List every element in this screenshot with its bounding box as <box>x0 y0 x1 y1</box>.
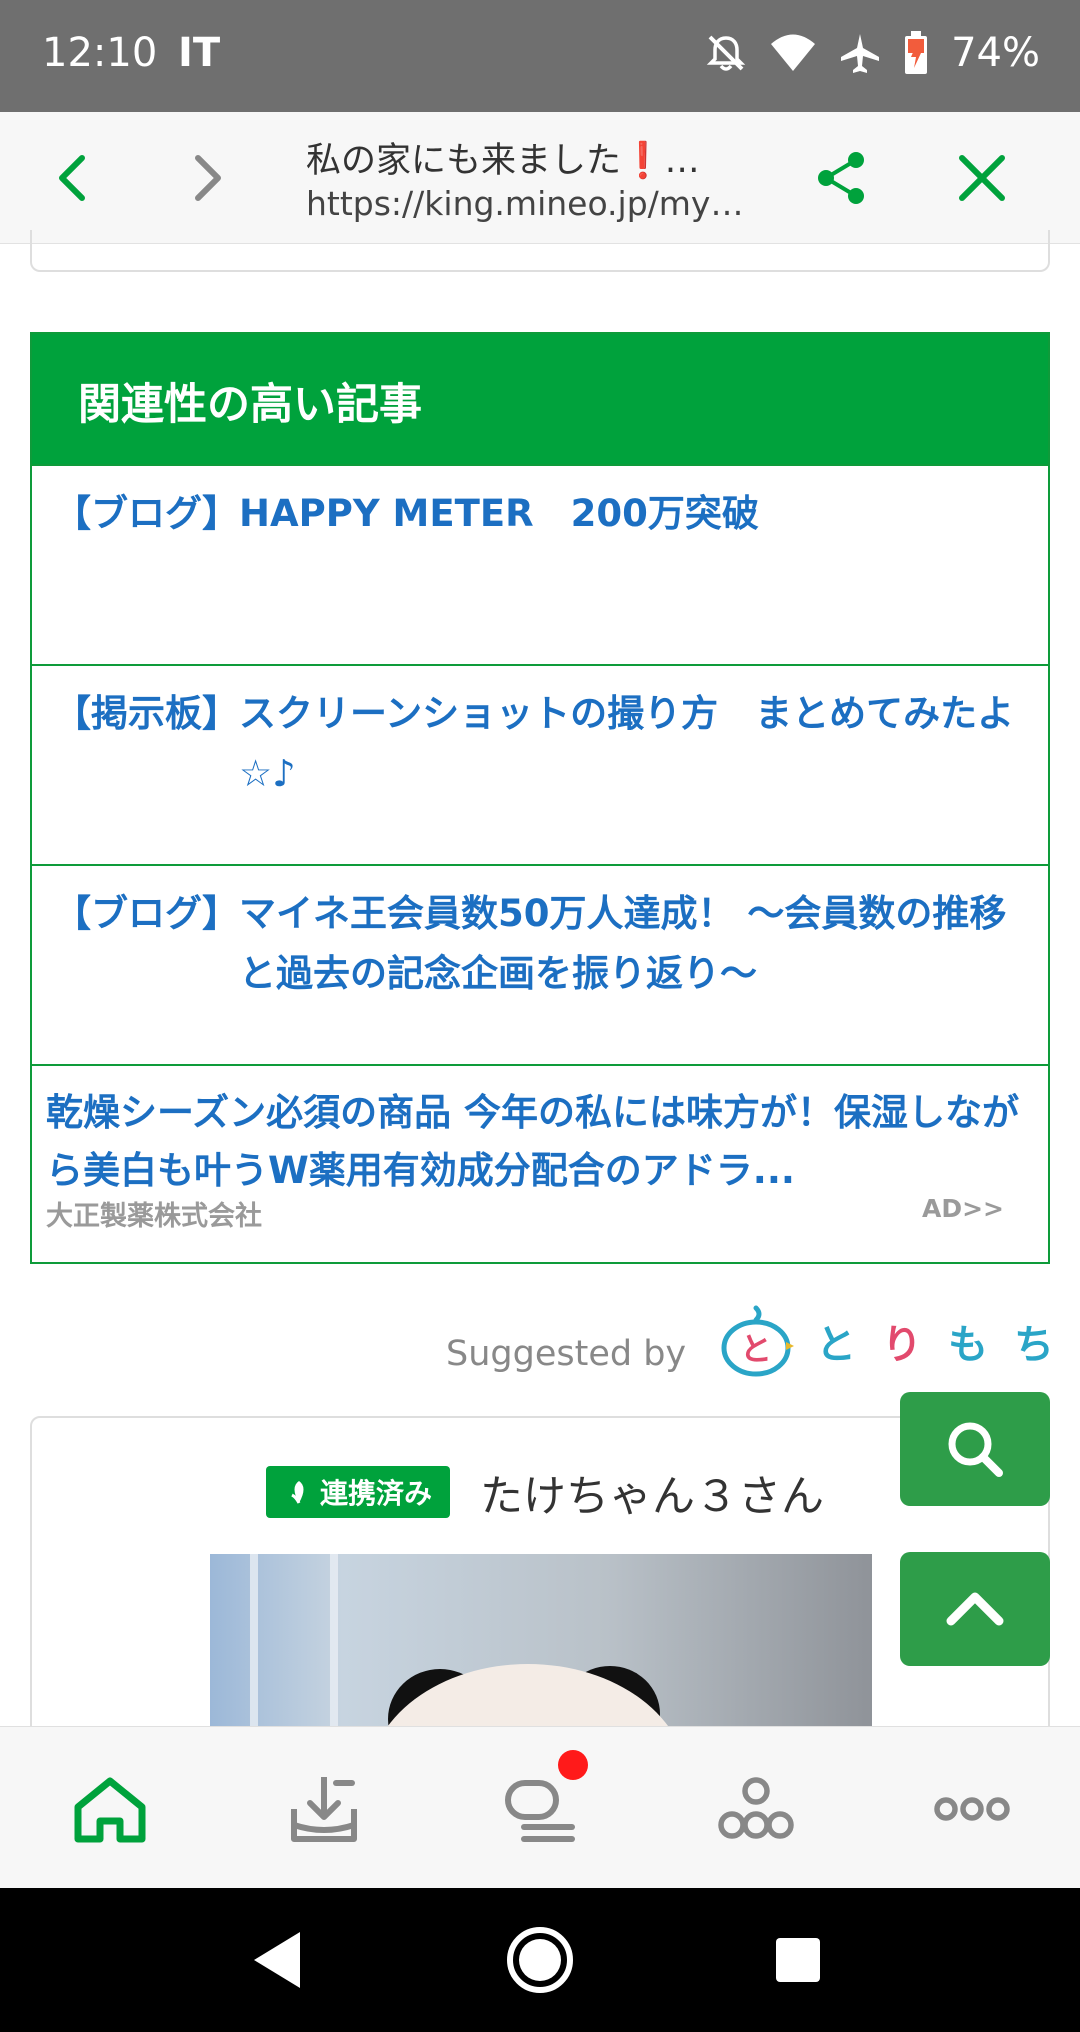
related-item-category: 【掲示板】 <box>54 692 239 735</box>
chevron-up-icon <box>946 1592 1004 1626</box>
wifi-icon <box>771 34 816 71</box>
related-item[interactable]: 【掲示板】 スクリーンショットの撮り方 まとめてみたよ☆♪ <box>32 664 1048 864</box>
ad-sponsor: 大正製薬株式会社 <box>46 1201 262 1232</box>
related-articles: 関連性の高い記事 【ブログ】 HAPPY METER 200万突破 【掲示板】 … <box>30 332 1050 1264</box>
post-card[interactable]: 連携済み たけちゃん３さん <box>30 1416 1050 1736</box>
close-icon[interactable] <box>952 148 1012 208</box>
status-bar: 12:10 IT 74% <box>0 0 1080 112</box>
battery-charging-icon <box>905 31 928 74</box>
ad-label[interactable]: AD>> <box>922 1194 1004 1223</box>
scroll-top-fab[interactable] <box>900 1552 1050 1666</box>
related-item[interactable]: 【ブログ】 マイネ王会員数50万人達成！ ～会員数の推移と過去の記念企画を振り返… <box>32 864 1048 1064</box>
search-fab[interactable] <box>900 1392 1050 1506</box>
more-icon[interactable] <box>932 1769 1012 1849</box>
community-icon[interactable] <box>716 1769 796 1849</box>
search-icon <box>948 1422 1003 1477</box>
post-image[interactable] <box>210 1554 872 1734</box>
upload-icon[interactable] <box>284 1769 364 1849</box>
linked-badge: 連携済み <box>266 1466 451 1518</box>
battery-percent: 74% <box>951 30 1040 76</box>
status-icons: 74% <box>705 30 1040 76</box>
system-nav <box>0 1888 1080 2032</box>
leaf-icon <box>291 1481 304 1504</box>
torimochi-char: と <box>816 1322 856 1368</box>
page-title: 私の家にも来ました❗… <box>306 141 700 181</box>
related-item-title[interactable]: スクリーンショットの撮り方 まとめてみたよ☆♪ <box>239 684 1032 864</box>
notification-dot <box>558 1750 588 1780</box>
page-url[interactable]: https://king.mineo.jp/my… <box>306 184 743 223</box>
suggested-by-label: Suggested by <box>446 1334 687 1374</box>
related-item[interactable]: 【ブログ】 HAPPY METER 200万突破 <box>32 464 1048 664</box>
previous-card-edge <box>30 230 1050 272</box>
panda-photo <box>250 1554 674 1734</box>
linked-badge-label: 連携済み <box>320 1477 433 1510</box>
notifications-off-icon <box>706 35 746 71</box>
related-item-title[interactable]: HAPPY METER 200万突破 <box>239 484 1032 664</box>
ad-item[interactable]: 乾燥シーズン必須の商品 今年の私には味方が！保湿しながら美白も叶うW薬用有効成分… <box>32 1064 1048 1262</box>
home-icon[interactable] <box>70 1769 150 1849</box>
torimochi-logo[interactable]: と と り も ち <box>716 1300 1054 1380</box>
author-name[interactable]: たけちゃん３さん <box>480 1462 824 1524</box>
status-carrier: IT <box>178 30 221 76</box>
related-heading: 関連性の高い記事 <box>32 334 1048 464</box>
system-back-icon[interactable] <box>236 1918 320 2002</box>
bottom-nav <box>0 1726 1080 1888</box>
torimochi-char: り <box>882 1322 922 1368</box>
related-item-category: 【ブログ】 <box>54 892 239 935</box>
airplane-icon <box>841 34 880 73</box>
status-time: 12:10 <box>42 30 158 76</box>
chat-icon[interactable] <box>500 1769 580 1849</box>
torimochi-char: ち <box>1014 1322 1054 1368</box>
back-icon[interactable] <box>44 148 104 208</box>
torimochi-wordmark: と り も ち <box>816 1312 1054 1370</box>
torimochi-char: も <box>948 1322 988 1368</box>
torimochi-bird-icon: と <box>721 1305 794 1377</box>
system-recents-icon[interactable] <box>756 1918 840 2002</box>
related-item-title[interactable]: マイネ王会員数50万人達成！ ～会員数の推移と過去の記念企画を振り返り～ <box>239 884 1032 1064</box>
ad-text[interactable]: 乾燥シーズン必須の商品 今年の私には味方が！保湿しながら美白も叶うW薬用有効成分… <box>46 1084 1034 1200</box>
related-item-category: 【ブログ】 <box>54 492 239 535</box>
forward-icon[interactable] <box>176 148 236 208</box>
browser-header: 私の家にも来ました❗… https://king.mineo.jp/my… <box>0 112 1080 244</box>
torimochi-mark: と <box>740 1330 772 1368</box>
share-icon[interactable] <box>812 148 872 208</box>
system-home-icon[interactable] <box>498 1918 582 2002</box>
